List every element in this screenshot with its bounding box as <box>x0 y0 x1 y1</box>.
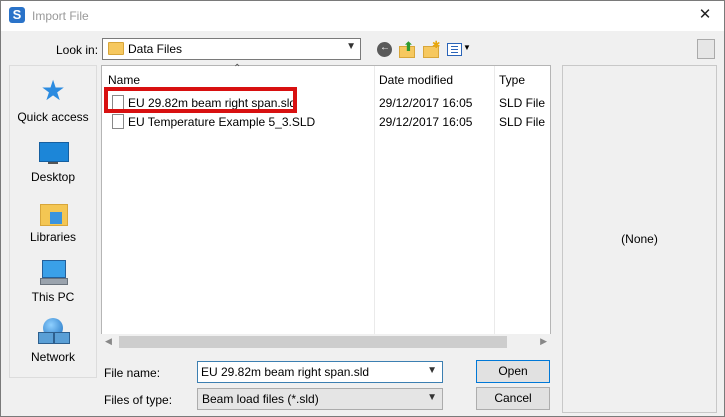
column-header-date[interactable]: Date modified <box>379 73 453 87</box>
view-menu-icon[interactable]: ▼ <box>447 41 471 59</box>
column-header-name[interactable]: Name <box>108 73 140 87</box>
star-icon: ★ <box>40 75 66 106</box>
file-icon <box>112 114 124 129</box>
file-name-combo[interactable]: ▼ <box>197 361 443 383</box>
file-name-label: File name: <box>104 366 161 380</box>
file-name-input[interactable] <box>198 362 426 382</box>
file-type: SLD File <box>499 115 546 129</box>
preview-toggle-icon[interactable] <box>697 39 715 59</box>
chevron-down-icon[interactable]: ▼ <box>427 392 437 403</box>
horizontal-scrollbar[interactable]: ◀ ▶ <box>101 334 551 351</box>
sort-caret-icon: ⌃ <box>233 63 242 74</box>
scroll-left-icon[interactable]: ◀ <box>105 336 112 347</box>
libraries-icon <box>38 198 68 226</box>
look-in-dropdown[interactable]: Data Files ▼ <box>102 38 361 60</box>
look-in-value: Data Files <box>128 42 183 56</box>
folder-icon <box>108 42 124 55</box>
import-file-dialog: S Import File ✕ Look in: Data Files ▼ ⬆ … <box>0 0 725 417</box>
file-type: SLD File <box>499 96 546 110</box>
new-folder-icon[interactable]: ✱ <box>423 40 441 59</box>
place-label: Desktop <box>30 170 76 184</box>
look-in-label: Look in: <box>56 43 99 57</box>
file-list[interactable]: Name ⌃ Date modified Type EU 29.82m beam… <box>101 63 551 335</box>
file-icon <box>112 95 124 110</box>
close-button[interactable]: ✕ <box>692 4 718 26</box>
cancel-button[interactable]: Cancel <box>476 387 550 410</box>
network-icon <box>38 318 70 346</box>
place-libraries[interactable]: Libraries <box>10 198 96 244</box>
place-quick-access[interactable]: ★ Quick access <box>10 75 96 124</box>
preview-pane: (None) <box>562 65 717 413</box>
file-row[interactable]: EU 29.82m beam right span.sld 29/12/2017… <box>102 94 550 112</box>
scroll-right-icon[interactable]: ▶ <box>540 336 547 347</box>
column-header-label: Name <box>108 73 141 87</box>
place-label: Libraries <box>29 230 77 244</box>
preview-text: (None) <box>621 232 658 246</box>
place-label: Network <box>30 350 75 364</box>
file-name: EU 29.82m beam right span.sld <box>128 96 297 110</box>
window-title: Import File <box>32 9 89 23</box>
title-bar: S Import File ✕ <box>1 1 724 31</box>
place-label: Quick access <box>17 110 89 124</box>
place-this-pc[interactable]: This PC <box>10 258 96 304</box>
column-header-type[interactable]: Type <box>499 73 525 87</box>
file-row[interactable]: EU Temperature Example 5_3.SLD 29/12/201… <box>102 113 550 131</box>
computer-icon <box>38 258 68 286</box>
chevron-down-icon[interactable]: ▼ <box>346 41 356 52</box>
desktop-icon <box>38 138 69 166</box>
file-date: 29/12/2017 16:05 <box>379 96 473 110</box>
file-type-value: Beam load files (*.sld) <box>202 392 319 406</box>
place-label: This PC <box>31 290 75 304</box>
places-bar: ★ Quick access Desktop Libraries This PC… <box>9 65 97 378</box>
place-desktop[interactable]: Desktop <box>10 138 96 184</box>
up-folder-icon[interactable]: ⬆ <box>399 39 417 59</box>
scrollbar-thumb[interactable] <box>119 336 507 348</box>
file-type-dropdown[interactable]: Beam load files (*.sld) ▼ <box>197 388 443 410</box>
back-icon[interactable] <box>377 42 392 57</box>
file-date: 29/12/2017 16:05 <box>379 115 473 129</box>
app-icon: S <box>9 7 25 23</box>
file-type-label: Files of type: <box>104 393 173 407</box>
file-name: EU Temperature Example 5_3.SLD <box>128 115 316 129</box>
open-button[interactable]: Open <box>476 360 550 383</box>
chevron-down-icon[interactable]: ▼ <box>427 365 437 376</box>
place-network[interactable]: Network <box>10 318 96 364</box>
